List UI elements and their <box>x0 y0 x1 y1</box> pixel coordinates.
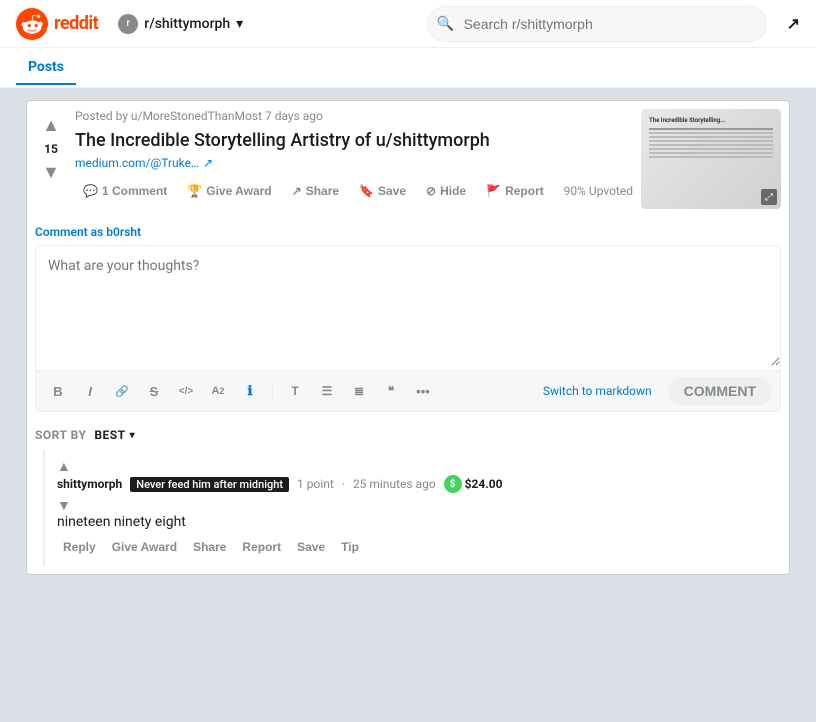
comment-header: shittymorph Never feed him after midnigh… <box>57 475 781 493</box>
comment-button[interactable]: 💬 1 Comment <box>75 178 175 204</box>
trending-icon[interactable]: ↗ <box>787 14 800 33</box>
comment-time: 25 minutes ago <box>353 477 436 491</box>
reddit-wordmark: reddit <box>54 13 98 34</box>
comment-label: 1 Comment <box>102 184 167 198</box>
vote-count: 15 <box>44 142 58 156</box>
award-coin-icon: $ <box>444 475 462 493</box>
hide-label: Hide <box>440 184 466 198</box>
save-label: Save <box>378 184 406 198</box>
comment-username: b0rsht <box>106 225 141 239</box>
give-award-button[interactable]: 🏆 Give Award <box>179 178 279 204</box>
downvote-button[interactable]: ▼ <box>40 160 62 185</box>
search-input[interactable] <box>427 6 767 42</box>
thumbnail-preview: The Incredible Storytelling... <box>641 109 781 209</box>
subreddit-selector[interactable]: r r/shittymorph ▾ <box>110 10 251 38</box>
comment-body: nineteen ninety eight <box>57 514 781 530</box>
tab-posts[interactable]: Posts <box>16 51 76 85</box>
reddit-icon <box>16 8 48 40</box>
ordered-list-button[interactable]: ≣ <box>345 377 373 405</box>
post-thumbnail: The Incredible Storytelling... ⤢ <box>641 109 781 209</box>
comment-report-button[interactable]: Report <box>236 536 287 558</box>
post-body: Posted by u/MoreStonedThanMost 7 days ag… <box>75 109 633 209</box>
sort-label: SORT BY <box>35 428 86 442</box>
nav-tabs: Posts <box>0 48 816 88</box>
main-content: ▲ 15 ▼ Posted by u/MoreStonedThanMost 7 … <box>18 100 798 575</box>
vote-column: ▲ 15 ▼ <box>35 109 67 209</box>
comment-downvote-row: ▼ <box>57 497 781 514</box>
link-button[interactable]: 🔗 <box>108 377 136 405</box>
post-link-text: medium.com/@Truke… <box>75 156 199 170</box>
action-bar: 💬 1 Comment 🏆 Give Award ↗ Share 🔖 Save <box>75 178 633 204</box>
comment-toolbar: B I 🔗 S </> A2 ℹ T ☰ ≣ ❝ ••• Switch to m… <box>36 370 780 411</box>
report-button[interactable]: 🚩 Report <box>478 178 552 204</box>
comment-section: Comment as b0rsht B I 🔗 S </> A2 ℹ T ☰ ≣… <box>35 225 781 412</box>
comment-submit-button[interactable]: COMMENT <box>668 377 772 405</box>
more-button[interactable]: ••• <box>409 377 437 405</box>
sort-value: BEST <box>94 428 125 442</box>
comment-item: ▲ shittymorph Never feed him after midni… <box>43 450 781 566</box>
comment-actions: Reply Give Award Share Report Save Tip <box>57 536 781 558</box>
comment-share-button[interactable]: Share <box>187 536 232 558</box>
comment-flair: Never feed him after midnight <box>130 477 289 492</box>
comment-upvote-button[interactable]: ▲ <box>57 458 71 475</box>
markdown-toggle[interactable]: Switch to markdown <box>543 384 652 398</box>
save-button[interactable]: 🔖 Save <box>351 178 414 204</box>
subreddit-icon: r <box>118 14 138 34</box>
reddit-logo-link[interactable]: reddit <box>16 8 98 40</box>
post-inner: ▲ 15 ▼ Posted by u/MoreStonedThanMost 7 … <box>35 109 781 209</box>
comment-list: ▲ shittymorph Never feed him after midni… <box>35 450 781 566</box>
search-icon: 🔍 <box>437 16 454 32</box>
share-label: Share <box>306 184 339 198</box>
award-icon: 🏆 <box>187 184 202 198</box>
strikethrough-button[interactable]: S <box>140 377 168 405</box>
blockquote-button[interactable]: ❝ <box>377 377 405 405</box>
comment-vote-row: ▲ <box>57 458 781 475</box>
unordered-list-button[interactable]: ☰ <box>313 377 341 405</box>
comment-points: 1 point <box>297 477 334 491</box>
comment-downvote-button[interactable]: ▼ <box>57 497 71 514</box>
dot-separator: · <box>342 477 345 491</box>
post-title: The Incredible Storytelling Artistry of … <box>75 129 633 152</box>
code-button[interactable]: </> <box>172 377 200 405</box>
share-button[interactable]: ↗ Share <box>284 178 347 204</box>
reply-button[interactable]: Reply <box>57 536 102 558</box>
comment-tip-button[interactable]: Tip <box>335 536 365 558</box>
hide-icon: ⊘ <box>426 184 436 198</box>
bold-button[interactable]: B <box>44 377 72 405</box>
post-card: ▲ 15 ▼ Posted by u/MoreStonedThanMost 7 … <box>26 100 790 575</box>
comment-as-label: Comment as b0rsht <box>35 225 781 239</box>
upvote-button[interactable]: ▲ <box>40 113 62 138</box>
toolbar-separator <box>272 381 273 401</box>
sort-chevron-icon: ▾ <box>130 430 136 441</box>
header: reddit r r/shittymorph ▾ 🔍 ↗ <box>0 0 816 48</box>
comment-textarea[interactable] <box>36 246 780 366</box>
save-icon: 🔖 <box>359 184 374 198</box>
superscript-button[interactable]: A2 <box>204 377 232 405</box>
comment-author: shittymorph <box>57 477 122 491</box>
report-icon: 🚩 <box>486 184 501 198</box>
give-award-label: Give Award <box>206 184 271 198</box>
share-icon: ↗ <box>292 184 302 198</box>
search-bar: 🔍 <box>427 6 767 42</box>
info-button[interactable]: ℹ <box>236 377 264 405</box>
italic-button[interactable]: I <box>76 377 104 405</box>
external-link-icon: ↗ <box>203 156 213 170</box>
chevron-down-icon: ▾ <box>236 16 243 32</box>
hide-button[interactable]: ⊘ Hide <box>418 178 474 204</box>
comment-give-award-button[interactable]: Give Award <box>106 536 183 558</box>
comment-save-button[interactable]: Save <box>291 536 331 558</box>
sort-select[interactable]: BEST ▾ <box>94 428 135 442</box>
subreddit-name: r/shittymorph <box>144 16 230 32</box>
upvote-pct: 90% Upvoted <box>564 184 633 198</box>
thumbnail-expand-icon[interactable]: ⤢ <box>761 189 777 205</box>
comment-icon: 💬 <box>83 184 98 198</box>
sort-bar: SORT BY BEST ▾ <box>35 428 781 442</box>
post-meta: Posted by u/MoreStonedThanMost 7 days ag… <box>75 109 633 123</box>
comment-award: $ $24.00 <box>444 475 503 493</box>
comment-box: B I 🔗 S </> A2 ℹ T ☰ ≣ ❝ ••• Switch to m… <box>35 245 781 412</box>
post-link[interactable]: medium.com/@Truke… ↗ <box>75 156 633 170</box>
heading-button[interactable]: T <box>281 377 309 405</box>
report-label: Report <box>505 184 544 198</box>
award-amount: $24.00 <box>465 477 503 491</box>
